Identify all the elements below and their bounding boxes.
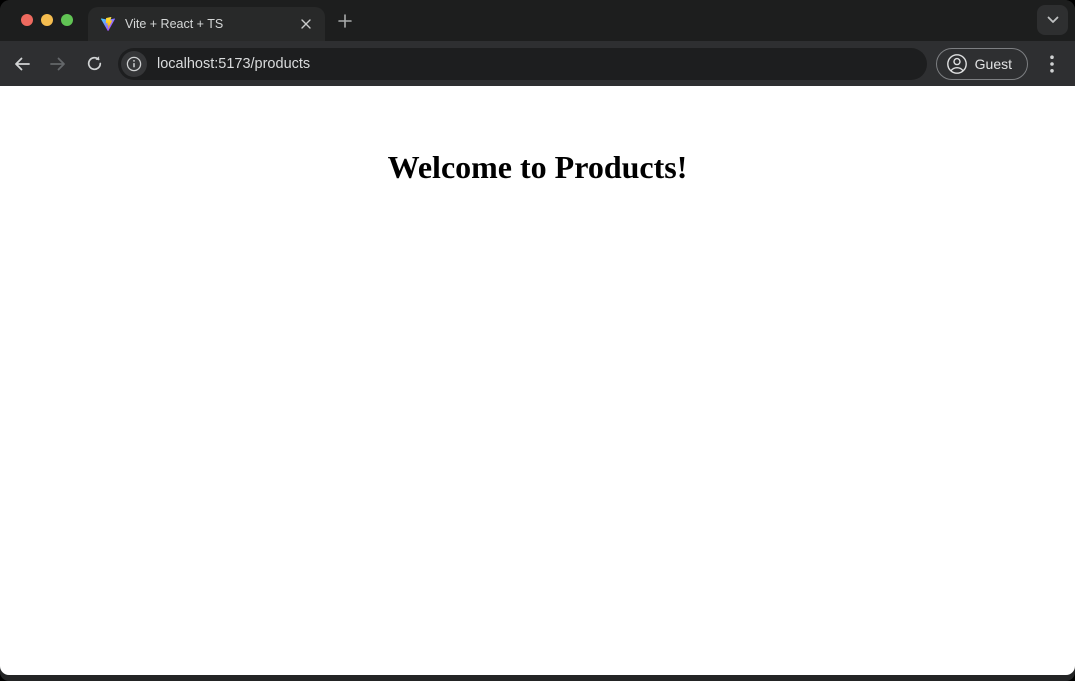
close-icon bbox=[301, 19, 311, 29]
new-tab-button[interactable] bbox=[331, 7, 358, 34]
profile-button[interactable]: Guest bbox=[936, 48, 1028, 80]
browser-toolbar: localhost:5173/products Guest bbox=[0, 41, 1075, 86]
back-button[interactable] bbox=[4, 46, 40, 82]
plus-icon bbox=[338, 14, 352, 28]
window-controls bbox=[21, 14, 73, 26]
url-text[interactable]: localhost:5173/products bbox=[157, 56, 310, 72]
chevron-down-icon bbox=[1047, 16, 1059, 24]
forward-button bbox=[40, 46, 76, 82]
vite-logo-icon bbox=[100, 16, 116, 32]
browser-menu-button[interactable] bbox=[1039, 48, 1065, 80]
zoom-window-button[interactable] bbox=[61, 14, 73, 26]
person-icon bbox=[946, 53, 968, 75]
forward-arrow-icon bbox=[49, 56, 67, 72]
tab-search-button[interactable] bbox=[1037, 5, 1068, 35]
page-heading: Welcome to Products! bbox=[0, 150, 1075, 185]
reload-icon bbox=[86, 55, 103, 72]
minimize-window-button[interactable] bbox=[41, 14, 53, 26]
info-icon bbox=[126, 56, 142, 72]
tab-title: Vite + React + TS bbox=[125, 17, 295, 31]
browser-window: Vite + React + TS bbox=[0, 0, 1075, 681]
site-info-button[interactable] bbox=[121, 51, 147, 77]
kebab-menu-icon bbox=[1050, 55, 1054, 73]
back-arrow-icon bbox=[13, 56, 31, 72]
reload-button[interactable] bbox=[76, 46, 112, 82]
page-content: Welcome to Products! bbox=[0, 86, 1075, 675]
tab-vite-react-ts[interactable]: Vite + React + TS bbox=[88, 7, 325, 41]
tab-strip: Vite + React + TS bbox=[0, 0, 1075, 41]
profile-label: Guest bbox=[975, 56, 1012, 72]
close-tab-button[interactable] bbox=[295, 13, 317, 35]
address-bar[interactable]: localhost:5173/products bbox=[118, 48, 927, 80]
close-window-button[interactable] bbox=[21, 14, 33, 26]
